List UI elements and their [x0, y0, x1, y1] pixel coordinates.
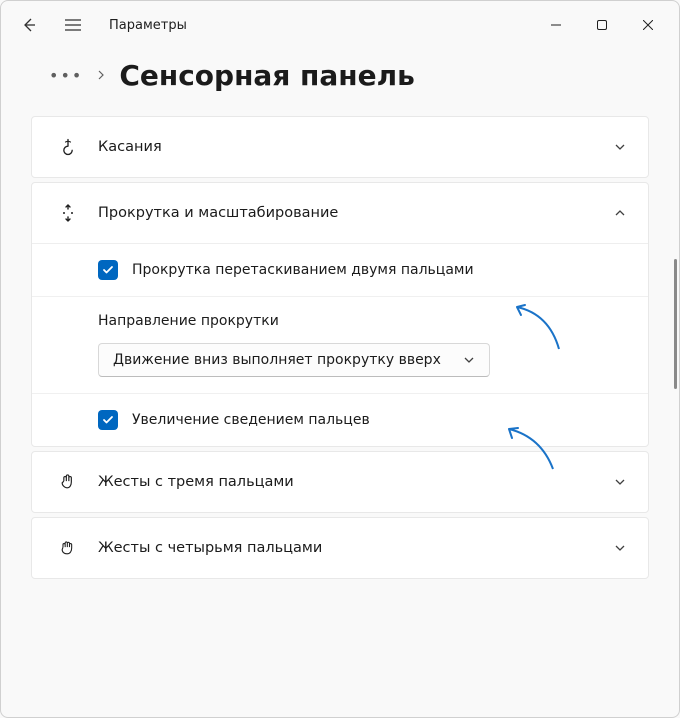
section-four-finger-title: Жесты с четырьмя пальцами — [98, 540, 322, 556]
section-scroll-zoom-title: Прокрутка и масштабирование — [98, 205, 338, 221]
page-title: Сенсорная панель — [119, 59, 415, 92]
scroll-direction-heading: Направление прокрутки — [98, 313, 626, 329]
scroll-zoom-icon — [54, 203, 82, 223]
maximize-button[interactable] — [579, 9, 625, 41]
chevron-down-icon — [614, 539, 626, 558]
section-scroll-zoom: Прокрутка и масштабирование Прокрутка пе… — [31, 182, 649, 447]
three-finger-icon — [54, 472, 82, 492]
section-three-finger-header[interactable]: Жесты с тремя пальцами — [32, 452, 648, 512]
close-icon — [643, 20, 653, 30]
chevron-down-icon — [614, 473, 626, 492]
check-icon — [102, 414, 114, 426]
close-button[interactable] — [625, 9, 671, 41]
option-two-finger-scroll: Прокрутка перетаскиванием двумя пальцами — [32, 244, 648, 297]
breadcrumb-overflow-button[interactable]: ••• — [49, 66, 83, 85]
section-scroll-zoom-header[interactable]: Прокрутка и масштабирование — [32, 183, 648, 243]
section-taps-title: Касания — [98, 139, 162, 155]
four-finger-icon — [54, 538, 82, 558]
chevron-down-icon — [614, 138, 626, 157]
scroll-direction-dropdown[interactable]: Движение вниз выполняет прокрутку вверх — [98, 343, 490, 377]
checkbox-pinch-zoom[interactable] — [98, 410, 118, 430]
option-pinch-zoom: Увеличение сведением пальцев — [32, 394, 648, 446]
titlebar: Параметры — [1, 1, 679, 49]
chevron-right-icon — [97, 69, 105, 83]
breadcrumb: ••• Сенсорная панель — [1, 49, 679, 116]
section-four-finger: Жесты с четырьмя пальцами — [31, 517, 649, 579]
section-four-finger-header[interactable]: Жесты с четырьмя пальцами — [32, 518, 648, 578]
chevron-up-icon — [614, 204, 626, 223]
menu-button[interactable] — [53, 5, 93, 45]
scrollbar[interactable] — [674, 259, 677, 389]
back-button[interactable] — [9, 5, 49, 45]
section-taps-header[interactable]: Касания — [32, 117, 648, 177]
arrow-left-icon — [21, 17, 37, 33]
minimize-icon — [551, 20, 561, 30]
check-icon — [102, 264, 114, 276]
section-three-finger-title: Жесты с тремя пальцами — [98, 474, 294, 490]
section-three-finger: Жесты с тремя пальцами — [31, 451, 649, 513]
pinch-zoom-label: Увеличение сведением пальцев — [132, 412, 370, 428]
option-scroll-direction: Направление прокрутки Движение вниз выпо… — [32, 297, 648, 394]
tap-icon — [54, 137, 82, 157]
maximize-icon — [597, 20, 607, 30]
scroll-direction-value: Движение вниз выполняет прокрутку вверх — [113, 352, 453, 368]
two-finger-scroll-label: Прокрутка перетаскиванием двумя пальцами — [132, 262, 474, 278]
minimize-button[interactable] — [533, 9, 579, 41]
checkbox-two-finger-scroll[interactable] — [98, 260, 118, 280]
section-taps: Касания — [31, 116, 649, 178]
app-title: Параметры — [109, 18, 187, 33]
hamburger-icon — [65, 19, 81, 31]
chevron-down-icon — [463, 354, 475, 366]
